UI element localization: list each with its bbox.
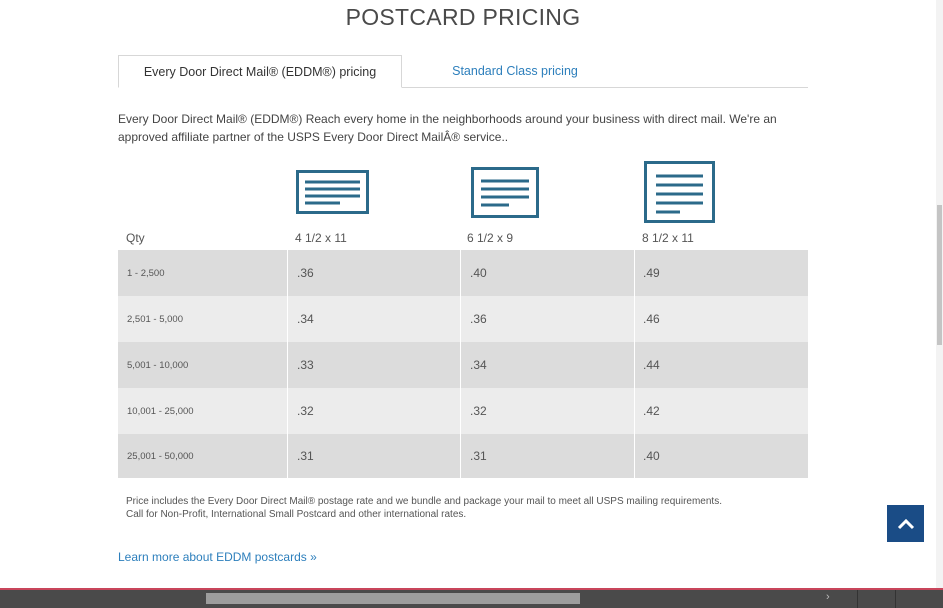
pricing-note-line: Price includes the Every Door Direct Mai… — [126, 496, 722, 507]
scrollbar-divider — [895, 590, 896, 608]
vertical-scrollbar-thumb[interactable] — [937, 205, 942, 345]
table-row: 2,501 - 5,000 .34 .36 .46 — [118, 296, 808, 342]
scrollbar-divider — [857, 590, 858, 608]
pricing-note: Price includes the Every Door Direct Mai… — [126, 495, 806, 521]
qty-cell: 5,001 - 10,000 — [127, 359, 189, 371]
table-row: 25,001 - 50,000 .31 .31 .40 — [118, 434, 808, 478]
size-column-header: 6 1/2 x 9 — [467, 231, 514, 245]
price-cell: .31 — [287, 434, 460, 478]
postcard-small-icon — [296, 170, 369, 214]
table-row: 5,001 - 10,000 .33 .34 .44 — [118, 342, 808, 388]
price-cell: .32 — [287, 388, 460, 434]
qty-cell: 10,001 - 25,000 — [127, 405, 194, 417]
price-cell: .34 — [287, 296, 460, 342]
postcard-medium-icon — [471, 167, 539, 218]
qty-column-header: Qty — [126, 231, 145, 245]
table-row: 1 - 2,500 .36 .40 .49 — [118, 250, 808, 296]
intro-text: Every Door Direct Mail® (EDDM®) Reach ev… — [118, 112, 777, 144]
price-cell: .33 — [287, 342, 460, 388]
price-cell: .46 — [634, 296, 808, 342]
horizontal-scrollbar-thumb[interactable] — [206, 593, 580, 604]
pricing-note-line: Call for Non-Profit, International Small… — [126, 509, 467, 520]
pricing-tabs: Every Door Direct Mail® (EDDM®) pricing … — [118, 55, 808, 88]
price-cell: .31 — [460, 434, 634, 478]
vertical-scrollbar[interactable] — [936, 0, 943, 588]
price-cell: .36 — [287, 250, 460, 296]
tab-standard-class-pricing[interactable]: Standard Class pricing — [402, 55, 628, 87]
price-cell: .40 — [634, 434, 808, 478]
qty-cell: 1 - 2,500 — [127, 267, 165, 279]
price-cell: .32 — [460, 388, 634, 434]
tab-eddm-pricing[interactable]: Every Door Direct Mail® (EDDM®) pricing — [118, 55, 402, 88]
price-cell: .42 — [634, 388, 808, 434]
chevron-up-icon — [897, 518, 914, 529]
qty-cell: 2,501 - 5,000 — [127, 313, 183, 325]
qty-cell: 25,001 - 50,000 — [127, 450, 194, 462]
scroll-right-icon[interactable]: › — [826, 591, 830, 603]
price-cell: .34 — [460, 342, 634, 388]
size-column-header: 8 1/2 x 11 — [642, 231, 694, 245]
pricing-table: 1 - 2,500 .36 .40 .49 2,501 - 5,000 .34 … — [118, 250, 808, 478]
table-row: 10,001 - 25,000 .32 .32 .42 — [118, 388, 808, 434]
price-cell: .44 — [634, 342, 808, 388]
learn-more-eddm-link[interactable]: Learn more about EDDM postcards » — [118, 550, 317, 564]
price-cell: .36 — [460, 296, 634, 342]
size-column-header: 4 1/2 x 11 — [295, 231, 347, 245]
price-cell: .40 — [460, 250, 634, 296]
price-cell: .49 — [634, 250, 808, 296]
horizontal-scrollbar[interactable]: › — [0, 588, 943, 608]
back-to-top-button[interactable] — [887, 505, 924, 542]
page-title: POSTCARD PRICING — [345, 4, 581, 30]
postcard-large-icon — [644, 161, 715, 223]
